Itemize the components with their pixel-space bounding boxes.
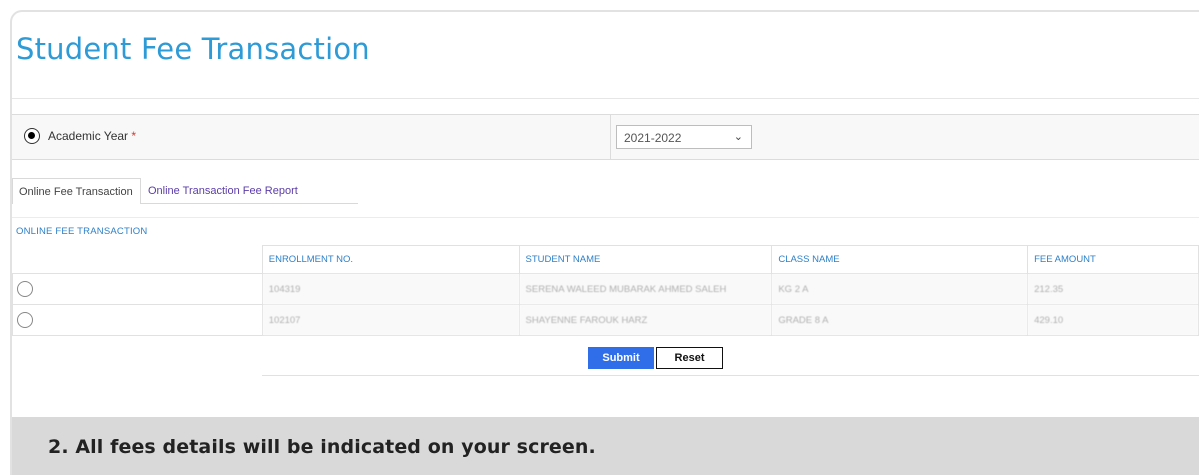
class-name-cell: GRADE 8 A: [771, 304, 1029, 336]
chevron-down-icon: ⌄: [733, 131, 743, 143]
academic-year-select-value: 2021-2022: [624, 131, 682, 145]
tab-online-fee-transaction[interactable]: Online Fee Transaction: [12, 178, 141, 204]
row-select-cell[interactable]: [12, 273, 263, 305]
form-actions: Submit Reset: [262, 345, 1199, 376]
select-column-header: [12, 245, 263, 274]
table-row[interactable]: 104319 SERENA WALEED MUBARAK AHMED SALEH…: [12, 273, 1199, 305]
page-title: Student Fee Transaction: [16, 32, 370, 66]
divider: [12, 98, 1199, 99]
class-name-cell: KG 2 A: [771, 273, 1029, 305]
enrollment-no-cell: 102107: [261, 304, 520, 336]
academic-year-select[interactable]: 2021-2022 ⌄: [616, 125, 752, 149]
reset-button[interactable]: Reset: [656, 347, 723, 369]
column-header-student-name: STUDENT NAME: [518, 245, 773, 274]
column-header-fee-amount: FEE AMOUNT: [1027, 245, 1199, 274]
tab-online-transaction-fee-report[interactable]: Online Transaction Fee Report: [148, 178, 298, 204]
section-title: ONLINE FEE TRANSACTION: [16, 226, 148, 237]
academic-year-row: Academic Year * 2021-2022 ⌄: [12, 114, 1199, 160]
row-select-radio[interactable]: [17, 281, 33, 297]
fee-transaction-card: Student Fee Transaction Academic Year * …: [10, 10, 1199, 475]
column-header-class-name: CLASS NAME: [771, 245, 1029, 274]
tab-underline: [141, 203, 358, 204]
academic-year-label: Academic Year *: [48, 129, 137, 143]
fee-amount-cell: 429.10: [1027, 304, 1199, 336]
student-name-cell: SHAYENNE FAROUK HARZ: [518, 304, 773, 336]
submit-button[interactable]: Submit: [588, 347, 654, 369]
column-header-enrollment-no: ENROLLMENT NO.: [261, 245, 520, 274]
row-select-cell[interactable]: [12, 304, 263, 336]
divider: [610, 115, 611, 159]
fee-transaction-table: ENROLLMENT NO. STUDENT NAME CLASS NAME F…: [12, 245, 1199, 336]
divider: [12, 217, 1199, 218]
instruction-caption: 2. All fees details will be indicated on…: [48, 436, 596, 458]
fee-amount-cell: 212.35: [1027, 273, 1199, 305]
table-row[interactable]: 102107 SHAYENNE FAROUK HARZ GRADE 8 A 42…: [12, 304, 1199, 336]
table-header-row: ENROLLMENT NO. STUDENT NAME CLASS NAME F…: [12, 245, 1199, 274]
required-marker: *: [131, 129, 137, 143]
row-select-radio[interactable]: [17, 312, 33, 328]
academic-year-radio[interactable]: [24, 128, 40, 144]
student-name-cell: SERENA WALEED MUBARAK AHMED SALEH: [518, 273, 773, 305]
enrollment-no-cell: 104319: [261, 273, 520, 305]
